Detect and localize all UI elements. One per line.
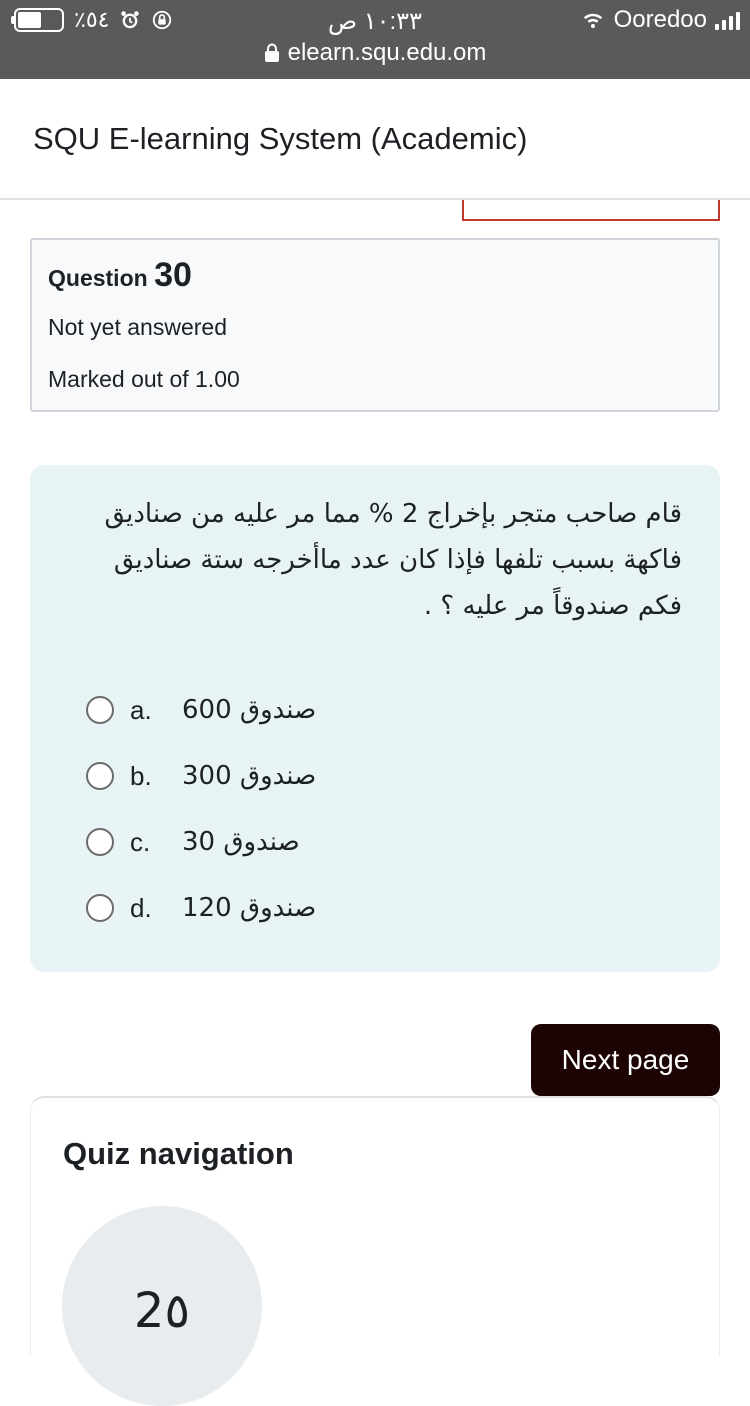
question-content: قام صاحب متجر بإخراج 2 % مما مر عليه من …	[30, 465, 720, 972]
radio-button[interactable]	[86, 828, 114, 856]
status-right: Ooredoo	[580, 6, 740, 33]
answer-text[interactable]: 120 صندوق	[182, 893, 316, 923]
answer-option-d[interactable]: d. 120 صندوق	[86, 875, 316, 941]
answer-letter: a.	[130, 694, 152, 725]
previous-element-edge	[462, 200, 720, 221]
answer-list: a. 600 صندوق b. 300 صندوق c. 30 صندوق d.…	[86, 677, 316, 941]
question-state: Not yet answered	[48, 314, 227, 340]
wifi-icon	[583, 13, 602, 28]
url-text[interactable]: elearn.squ.edu.om	[288, 39, 487, 67]
answer-letter: d.	[130, 892, 152, 923]
radio-button[interactable]	[86, 762, 114, 790]
url-bar[interactable]: elearn.squ.edu.om	[0, 39, 750, 67]
answer-text[interactable]: 600 صندوق	[182, 695, 316, 725]
next-page-button[interactable]: Next page	[531, 1024, 720, 1096]
site-title[interactable]: SQU E-learning System (Academic)	[33, 121, 527, 157]
radio-button[interactable]	[86, 696, 114, 724]
question-text: قام صاحب متجر بإخراج 2 % مما مر عليه من …	[104, 499, 682, 621]
answer-option-a[interactable]: a. 600 صندوق	[86, 677, 316, 743]
answer-text[interactable]: 30 صندوق	[182, 827, 300, 857]
answer-option-c[interactable]: c. 30 صندوق	[86, 809, 316, 875]
browser-status-bar: ٪٥٤ ١٠:٣٣ ص Ooredoo elearn.squ.edu.om	[0, 0, 750, 79]
question-grade: Marked out of 1.00	[48, 366, 240, 392]
question-number-value: 30	[154, 256, 192, 294]
question-label: Question	[48, 265, 148, 291]
cellular-signal-icon	[715, 10, 740, 30]
quiz-navigation-title: Quiz navigation	[63, 1136, 294, 1171]
lock-icon	[264, 43, 279, 62]
question-info: Question 30 Not yet answered Marked out …	[30, 238, 720, 412]
quiz-nav-question-button[interactable]: 2٥	[62, 1206, 262, 1406]
carrier-name: Ooredoo	[613, 6, 707, 33]
radio-button[interactable]	[86, 894, 114, 922]
answer-letter: c.	[130, 826, 151, 857]
answer-option-b[interactable]: b. 300 صندوق	[86, 743, 316, 809]
answer-letter: b.	[130, 760, 152, 791]
site-header: SQU E-learning System (Academic)	[0, 79, 750, 200]
answer-text[interactable]: 300 صندوق	[182, 761, 316, 791]
quiz-navigation-panel: Quiz navigation 2٥	[30, 1096, 720, 1406]
question-number: Question 30	[48, 256, 192, 295]
